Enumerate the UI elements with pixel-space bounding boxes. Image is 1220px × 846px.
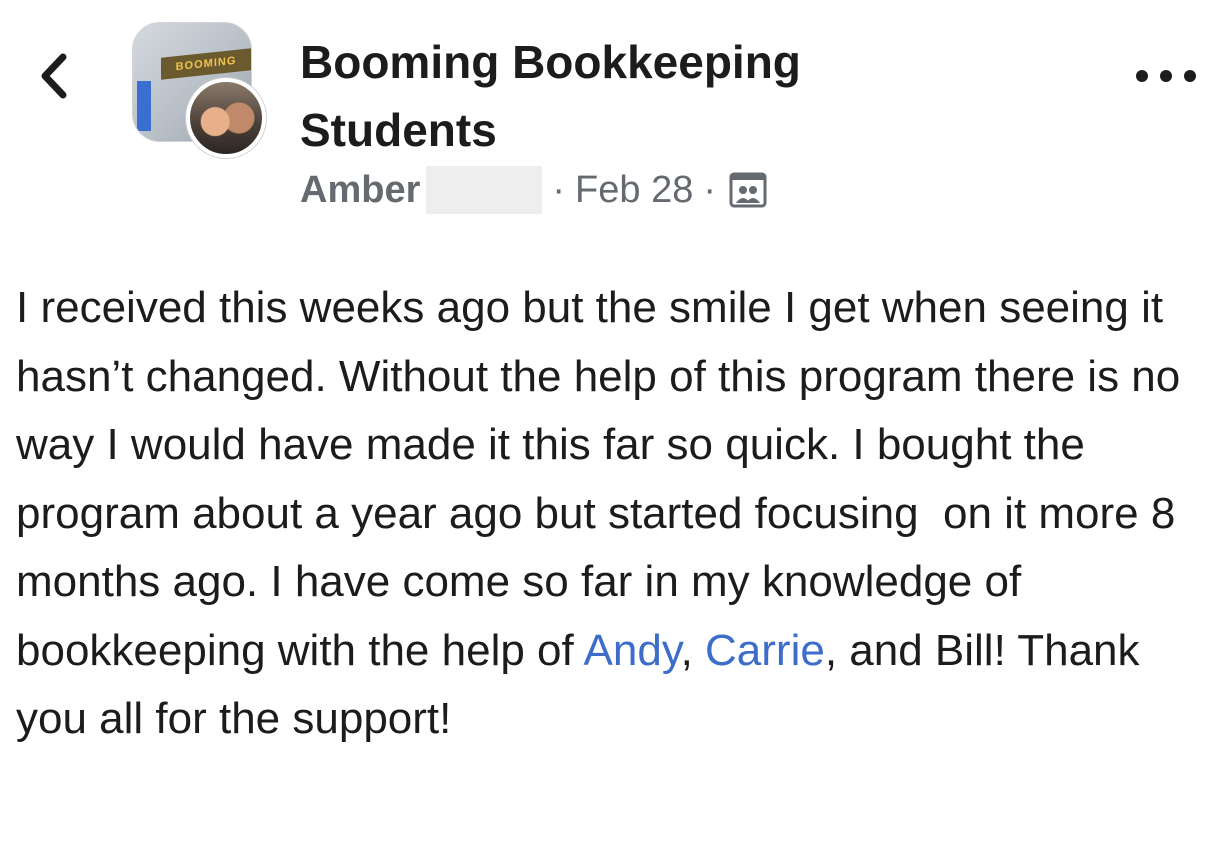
separator-dot: · <box>552 168 566 211</box>
post-text: I received this weeks ago but the smile … <box>16 274 1212 754</box>
group-avatar[interactable]: BOOMING <box>132 22 266 158</box>
mention-link-carrie[interactable]: Carrie <box>705 626 825 675</box>
more-options-button[interactable] <box>1136 64 1196 88</box>
post-text-part: , <box>680 625 706 675</box>
chevron-left-icon <box>41 53 67 99</box>
author-name[interactable]: Amber <box>300 169 420 212</box>
ellipsis-icon-dot <box>1136 70 1148 82</box>
back-button[interactable] <box>30 48 78 104</box>
redacted-surname <box>426 166 543 214</box>
mention-link-andy[interactable]: Andy <box>584 626 681 675</box>
ellipsis-icon-dot <box>1160 70 1172 82</box>
post-text-part: I received this weeks ago but the smile … <box>16 283 1193 675</box>
group-name[interactable]: Booming Bookkeeping Students <box>300 28 920 164</box>
separator-dot: · <box>703 168 716 211</box>
post-meta: Amber · Feb 28 · <box>300 162 768 218</box>
author-avatar[interactable] <box>186 78 266 158</box>
group-members-icon <box>728 171 768 209</box>
group-photo-sign: BOOMING <box>161 48 251 80</box>
group-photo-flag <box>137 81 151 131</box>
ellipsis-icon-dot <box>1184 70 1196 82</box>
post-date[interactable]: Feb 28 <box>575 169 693 212</box>
